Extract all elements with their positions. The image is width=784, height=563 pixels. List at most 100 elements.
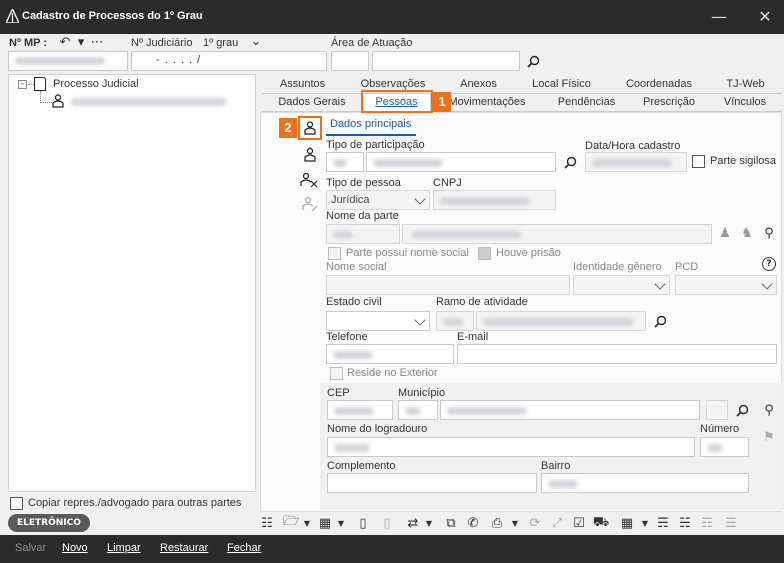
action-bar: Salvar Novo Limpar Restaurar Fechar (0, 535, 784, 563)
logradouro-field[interactable] (327, 437, 695, 457)
area-code-field[interactable] (331, 51, 369, 71)
tab-assuntos[interactable]: Assuntos (262, 76, 343, 94)
help-icon[interactable]: ? (762, 257, 776, 271)
complemento-field[interactable] (327, 473, 537, 493)
municipio-uf-field[interactable] (398, 400, 438, 420)
title-bar: Cadastro de Processos do 1º Grau — ✕ (0, 0, 784, 34)
tipo-participacao-label: Tipo de participação (326, 139, 425, 151)
search-icon[interactable] (561, 153, 579, 171)
municipio-extra-field (706, 400, 728, 420)
document-lock-icon[interactable]: ☵ (676, 514, 694, 532)
data-hora-field (585, 152, 687, 172)
telefone-field[interactable] (326, 344, 454, 364)
split-icon[interactable]: ▯ (354, 514, 372, 532)
copy-document-icon[interactable]: ⧉ (442, 514, 460, 532)
houve-prisao-label: Houve prisão (496, 247, 561, 259)
nome-social-field (326, 275, 570, 295)
cnpj-label: CNPJ (433, 177, 462, 189)
calendar-icon[interactable]: ▦ (618, 514, 636, 532)
nome-parte-code-field[interactable] (326, 224, 400, 244)
close-icon[interactable]: ✕ (754, 6, 776, 28)
restaurar-button[interactable]: Restaurar (160, 542, 208, 554)
data-hora-label: Data/Hora cadastro (585, 140, 681, 152)
copiar-representante-checkbox[interactable] (10, 497, 23, 510)
tab-vinculos[interactable]: Vínculos (708, 94, 782, 112)
folder-dropdown-icon[interactable]: ▼ (298, 514, 316, 532)
tipo-pessoa-select[interactable]: Jurídica (326, 190, 430, 210)
chevron-down-icon (414, 193, 426, 205)
tab-coordenadas[interactable]: Coordenadas (609, 76, 709, 94)
fechar-button[interactable]: Fechar (227, 542, 261, 554)
novo-button[interactable]: Novo (62, 542, 88, 554)
bairro-label: Bairro (541, 460, 571, 472)
area-name-field[interactable] (372, 51, 520, 71)
nome-social-checkbox (328, 247, 341, 260)
salvar-button[interactable]: Salvar (15, 542, 46, 554)
add-person-icon[interactable] (304, 147, 316, 162)
map-pin-icon: ⚑ (763, 429, 775, 445)
limpar-button[interactable]: Limpar (107, 542, 141, 554)
municipio-field[interactable] (440, 400, 700, 420)
complemento-label: Complemento (327, 460, 396, 472)
map-search-icon[interactable]: ⚲ (760, 401, 778, 419)
cep-label: CEP (327, 387, 350, 399)
tree-dropdown-icon[interactable]: ▼ (332, 514, 350, 532)
pcd-label: PCD (675, 261, 699, 273)
mp-number-field[interactable] (8, 51, 128, 71)
search-icon[interactable] (651, 312, 669, 330)
parte-sigilosa-checkbox[interactable] (692, 155, 705, 168)
calendar-dropdown-icon[interactable]: ▼ (636, 514, 654, 532)
print-icon[interactable]: ⎙ (488, 514, 506, 532)
cnpj-field[interactable] (433, 190, 556, 210)
numero-field[interactable] (700, 437, 749, 457)
tree-root-label[interactable]: Processo Judicial (53, 78, 139, 90)
print-dropdown-icon[interactable]: ▼ (506, 514, 524, 532)
email-field[interactable] (457, 344, 777, 364)
tab-tj-web[interactable]: TJ-Web (709, 76, 782, 94)
document-a-icon[interactable]: ☴ (654, 514, 672, 532)
person-icon (52, 94, 64, 108)
reside-exterior-checkbox (330, 367, 343, 380)
car-icon[interactable]: ⛟ (592, 514, 610, 532)
callout-1-highlight (361, 90, 433, 113)
more-icon[interactable]: ⋯ (88, 33, 106, 51)
search-person-icon[interactable]: ⚲ (760, 224, 778, 242)
telefone-label: Telefone (326, 331, 368, 343)
phone-icon[interactable]: ✆ (464, 514, 482, 532)
person-icon[interactable] (304, 121, 316, 135)
add-document-icon[interactable]: ☷ (258, 514, 276, 532)
process-tree: - Processo Judicial (8, 74, 256, 492)
search-icon[interactable] (524, 52, 542, 70)
tree-collapse-icon[interactable]: - (18, 80, 27, 89)
tipo-participacao-code-field[interactable] (326, 152, 364, 172)
chevron-down-icon (654, 278, 666, 290)
tipo-participacao-field[interactable] (366, 152, 556, 172)
subtab-dados-principais[interactable]: Dados principais (326, 116, 416, 136)
chevron-down-icon (761, 278, 773, 290)
tab-anexos[interactable]: Anexos (443, 76, 514, 94)
bairro-field[interactable] (541, 473, 749, 493)
group-person-icon: ♟ (719, 225, 731, 241)
transfer-dropdown-icon[interactable]: ▼ (420, 514, 438, 532)
tipo-pessoa-label: Tipo de pessoa (326, 177, 401, 189)
tab-prescricao[interactable]: Prescrição (630, 94, 708, 112)
tree-child-label[interactable] (71, 98, 227, 106)
nome-parte-field[interactable] (402, 224, 712, 244)
judiciario-number-field[interactable]: - . . . . / (131, 51, 327, 71)
document-check-icon[interactable]: ☑ (570, 514, 588, 532)
callout-2-badge: 2 (279, 118, 297, 138)
ramo-atividade-code-field[interactable] (436, 311, 474, 331)
tab-pendencias[interactable]: Pendências (543, 94, 630, 112)
tab-dados-gerais[interactable]: Dados Gerais (262, 94, 362, 112)
search-icon[interactable] (733, 401, 751, 419)
window-title: Cadastro de Processos do 1º Grau (22, 10, 203, 22)
houve-prisao-checkbox (478, 247, 491, 260)
ramo-atividade-field[interactable] (476, 311, 646, 331)
estado-civil-select[interactable] (326, 311, 430, 331)
grau-chevron-down-icon[interactable]: ⌄ (247, 32, 265, 50)
numero-label: Número (700, 423, 740, 435)
cep-field[interactable] (327, 400, 393, 420)
remove-person-icon[interactable] (300, 172, 318, 188)
minimize-icon[interactable]: — (708, 6, 730, 28)
tab-local-fisico[interactable]: Local Físico (514, 76, 609, 94)
